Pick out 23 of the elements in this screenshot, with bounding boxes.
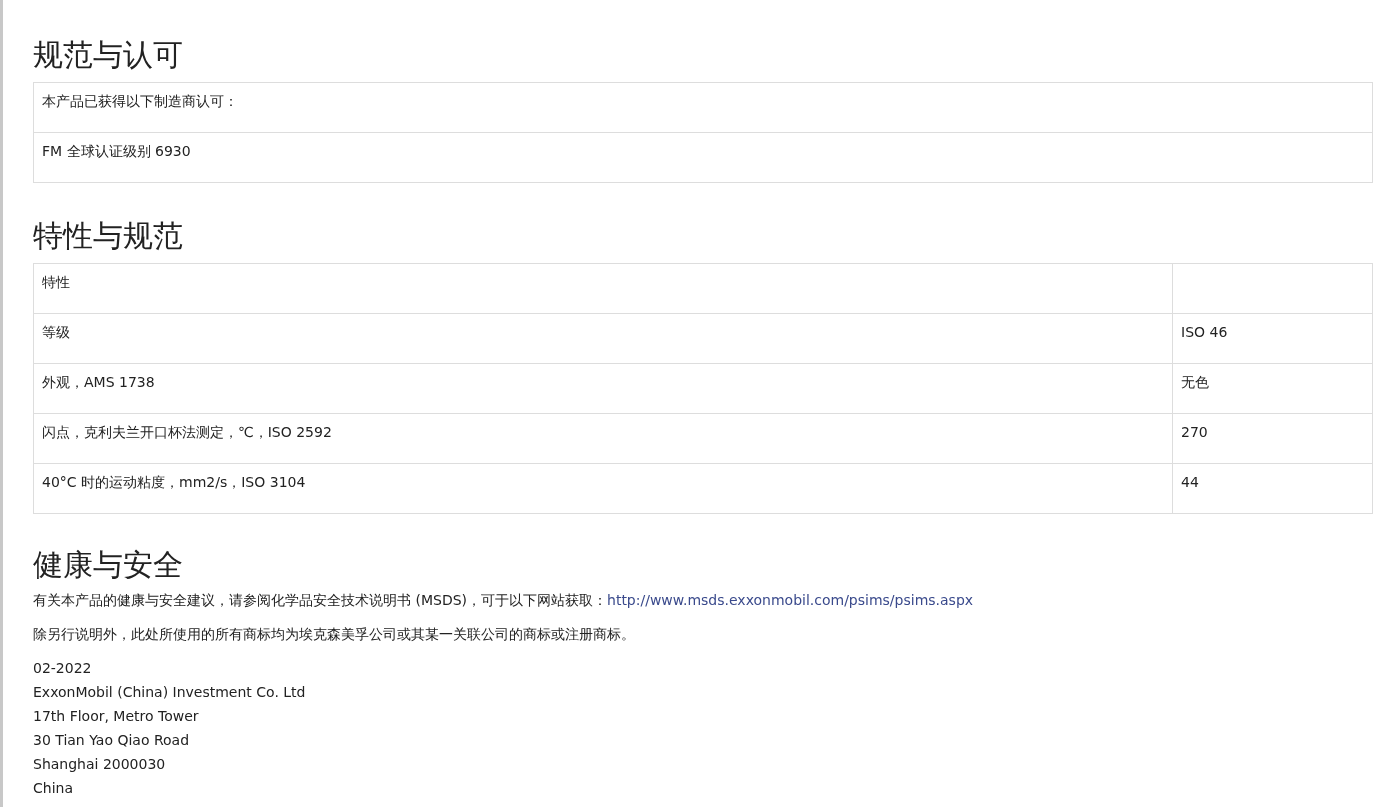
address-line: ExxonMobil (China) Investment Co. Ltd <box>33 683 307 702</box>
table-cell: 无色 <box>1172 363 1373 414</box>
address-line: 17th Floor, Metro Tower <box>33 707 200 726</box>
msds-link[interactable]: http://www.msds.exxonmobil.com/psims/psims.aspx <box>607 592 974 608</box>
address-line: 02-2022 <box>33 659 93 678</box>
table-cell: 270 <box>1172 413 1373 464</box>
section-heading: 规范与认可 <box>33 36 184 74</box>
table-cell: 闪点，克利夫兰开口杯法测定，℃，ISO 2592 <box>33 413 1173 464</box>
table-cell: ISO 46 <box>1172 313 1373 364</box>
table-cell: 特性 <box>33 263 1173 314</box>
table-cell: 外观，AMS 1738 <box>33 363 1173 414</box>
safety-advice-text: 有关本产品的健康与安全建议，请参阅化学品安全技术说明书 (MSDS)，可于以下网站获取：http://www.msds.exxonmobil.com/psims/psims.aspx <box>33 591 975 610</box>
table-cell: 等级 <box>33 313 1173 364</box>
address-line: 30 Tian Yao Qiao Road <box>33 731 191 750</box>
trademark-notice: 除另行说明外，此处所使用的所有商标均为埃克森美孚公司或其某一关联公司的商标或注册商标。 <box>33 625 636 644</box>
table-cell: FM 全球认证级别 6930 <box>33 132 1373 183</box>
table-cell: 44 <box>1172 463 1373 514</box>
section-heading: 健康与安全 <box>33 546 184 584</box>
table-cell: 本产品已获得以下制造商认可： <box>33 82 1373 133</box>
section-heading: 特性与规范 <box>33 217 184 255</box>
table-cell: 40°C 时的运动粘度，mm2/s，ISO 3104 <box>33 463 1173 514</box>
address-line: Shanghai 2000030 <box>33 755 167 774</box>
address-line: China <box>33 779 74 798</box>
